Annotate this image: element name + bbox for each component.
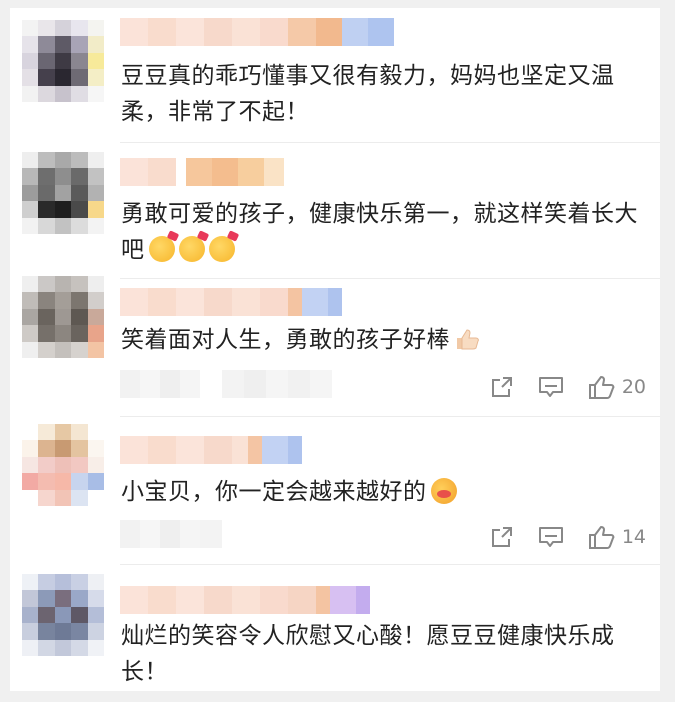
avatar[interactable] <box>22 20 104 102</box>
share-button[interactable] <box>490 525 514 549</box>
like-count: 20 <box>621 376 646 398</box>
comment-text: 勇敢可爱的孩子，健康快乐第一，就这样笑着长大吧 <box>121 196 641 268</box>
reply-button[interactable] <box>538 525 564 549</box>
like-count: 14 <box>621 526 646 548</box>
reply-button[interactable] <box>538 375 564 399</box>
divider <box>120 564 660 565</box>
meta-info-blurred <box>120 370 332 398</box>
share-button[interactable] <box>490 375 514 399</box>
thumbs-up-icon <box>457 329 479 350</box>
blush-kiss-face-icon <box>430 478 457 504</box>
like-button[interactable]: 14 <box>588 524 646 550</box>
thumbs-up-outline-icon <box>588 376 615 399</box>
username-blurred[interactable] <box>120 436 302 464</box>
like-button[interactable]: 20 <box>588 374 646 400</box>
meta-info-blurred <box>120 520 222 548</box>
avatar[interactable] <box>22 424 104 506</box>
thumbs-up-outline-icon <box>588 526 615 549</box>
comment-icon <box>538 527 563 547</box>
comment-text: 灿烂的笑容令人欣慰又心酸！愿豆豆健康快乐成长！ <box>121 623 615 685</box>
divider <box>120 142 660 143</box>
comment-actions: 14 <box>490 522 646 552</box>
username-blurred[interactable] <box>120 586 370 614</box>
comment-actions: 20 <box>490 372 646 402</box>
comment-icon <box>538 377 563 397</box>
avatar[interactable] <box>22 574 104 656</box>
avatar[interactable] <box>22 152 104 234</box>
share-icon <box>491 377 512 397</box>
username-blurred[interactable] <box>120 158 284 186</box>
comment-text-content: 小宝贝，你一定会越来越好的 <box>121 479 427 505</box>
username-blurred[interactable] <box>120 18 394 46</box>
comment-text: 笑着面对人生，勇敢的孩子好棒 <box>121 322 641 358</box>
avatar[interactable] <box>22 276 104 358</box>
comment-text-content: 笑着面对人生，勇敢的孩子好棒 <box>121 327 450 353</box>
party-face-icon <box>148 236 175 262</box>
comment-list: 豆豆真的乖巧懂事又很有毅力，妈妈也坚定又温柔，非常了不起！ 勇敢可爱的孩子，健康… <box>10 8 660 691</box>
comment-text: 豆豆真的乖巧懂事又很有毅力，妈妈也坚定又温柔，非常了不起！ <box>121 63 615 125</box>
share-icon <box>491 527 512 547</box>
comment-text: 小宝贝，你一定会越来越好的 <box>121 474 641 510</box>
party-face-icon <box>178 236 205 262</box>
divider <box>120 416 660 417</box>
party-face-icon <box>208 236 235 262</box>
username-blurred[interactable] <box>120 288 342 316</box>
divider <box>120 278 660 279</box>
